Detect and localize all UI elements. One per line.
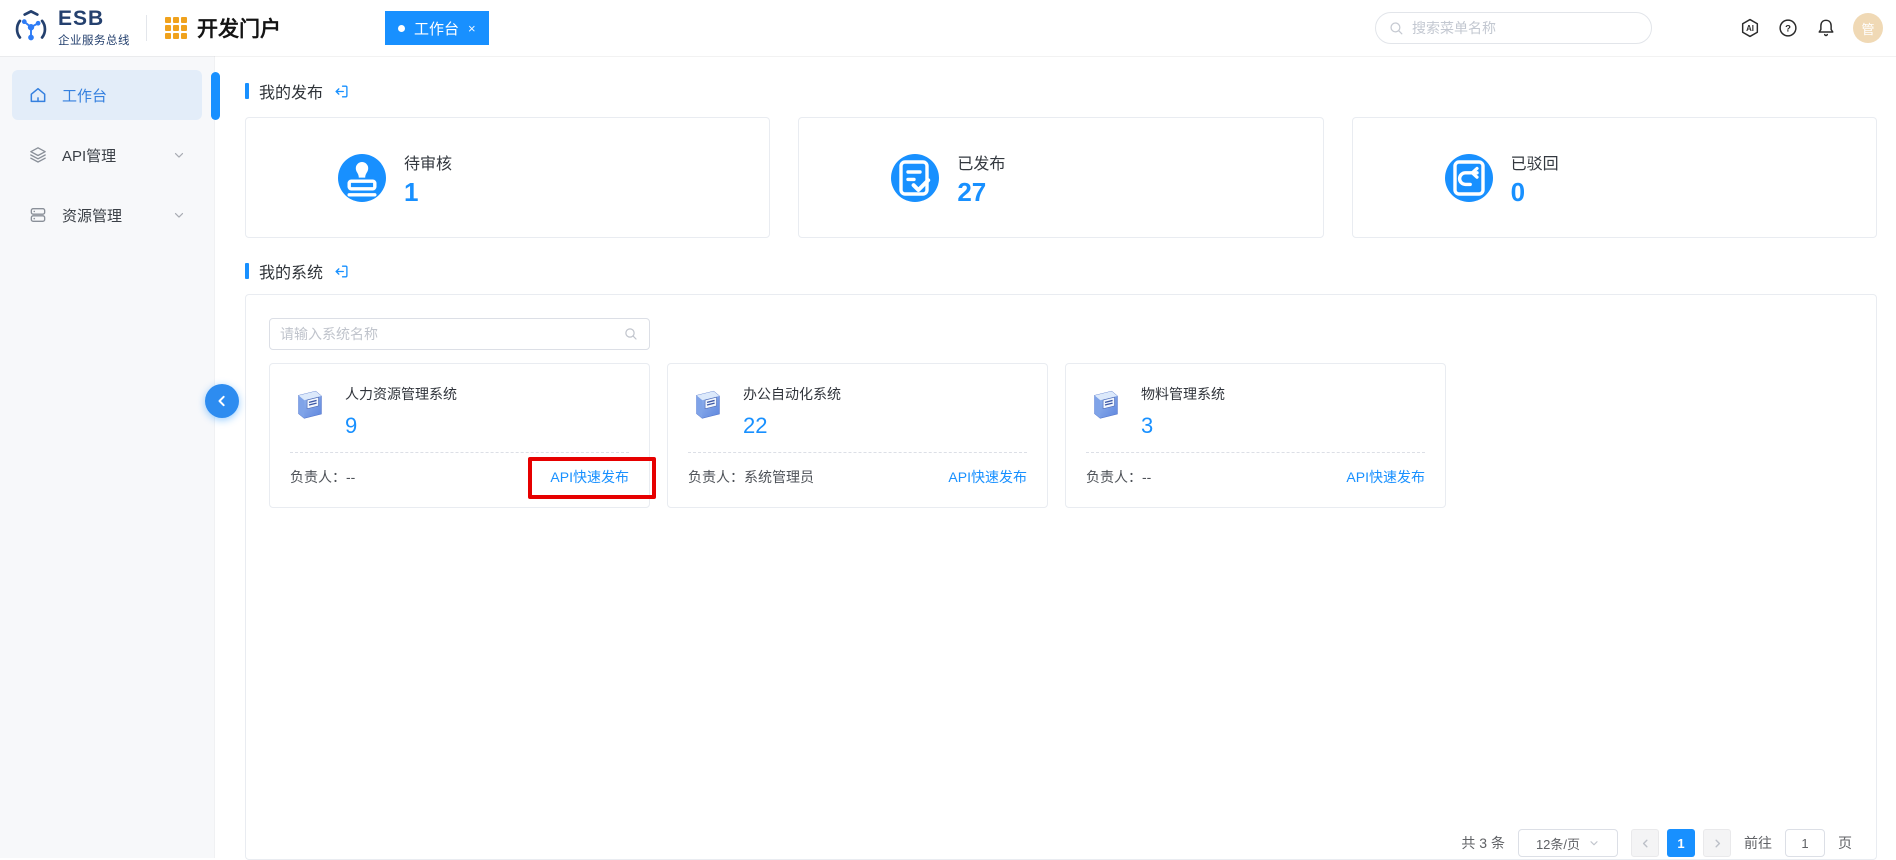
header-actions: AI ? 管 bbox=[1739, 0, 1883, 56]
stat-label: 待审核 bbox=[404, 150, 452, 174]
prev-page-button[interactable] bbox=[1631, 829, 1659, 857]
search-icon[interactable] bbox=[623, 326, 639, 342]
active-menu-indicator bbox=[211, 72, 220, 120]
pagination-total: 共 3 条 bbox=[1461, 833, 1505, 853]
stat-value: 0 bbox=[1511, 179, 1559, 205]
menu-search-input[interactable] bbox=[1412, 20, 1639, 36]
chevron-left-icon bbox=[1639, 837, 1652, 850]
tab-close-icon[interactable]: × bbox=[468, 21, 476, 36]
system-api-count: 3 bbox=[1141, 415, 1225, 437]
system-api-count: 22 bbox=[743, 415, 841, 437]
pagination: 共 3 条 12条/页 1 bbox=[1461, 829, 1852, 857]
logo-title: ESB bbox=[58, 8, 130, 29]
title-accent-bar bbox=[245, 83, 249, 99]
api-quick-publish-link[interactable]: API快速发布 bbox=[1346, 467, 1425, 487]
tab-label: 工作台 bbox=[414, 18, 459, 39]
stat-card-published: 已发布 27 bbox=[798, 117, 1323, 238]
page-size-value: 12条/页 bbox=[1536, 834, 1580, 853]
systems-panel: 人力资源管理系统 9 负责人：-- API快速发布 bbox=[245, 294, 1877, 860]
chevron-left-icon bbox=[212, 391, 232, 411]
search-icon bbox=[1388, 20, 1405, 37]
portal-title-group: 开发门户 bbox=[165, 13, 281, 43]
sidebar: 工作台 API管理 资源管理 bbox=[0, 56, 215, 858]
header-divider bbox=[146, 15, 147, 41]
system-card-hr: 人力资源管理系统 9 负责人：-- API快速发布 bbox=[269, 363, 650, 508]
home-icon bbox=[28, 85, 48, 105]
sidebar-item-label: 资源管理 bbox=[62, 205, 122, 226]
tab-active-dot bbox=[398, 25, 405, 32]
system-search[interactable] bbox=[269, 318, 650, 350]
stat-label: 已驳回 bbox=[1511, 150, 1559, 174]
systems-section-title: 我的系统 bbox=[245, 260, 1877, 282]
goto-page-input[interactable] bbox=[1785, 829, 1825, 857]
stat-label: 已发布 bbox=[957, 150, 1005, 174]
help-icon[interactable]: ? bbox=[1777, 17, 1799, 39]
system-api-count: 9 bbox=[345, 415, 457, 437]
publish-section-title: 我的发布 bbox=[245, 80, 1877, 102]
stat-value: 1 bbox=[404, 179, 452, 205]
system-owner: 负责人：-- bbox=[290, 467, 355, 487]
goto-label: 前往 bbox=[1744, 833, 1772, 853]
sidebar-item-workbench[interactable]: 工作台 bbox=[12, 70, 202, 120]
menu-search[interactable] bbox=[1375, 12, 1652, 44]
esb-logo-icon bbox=[12, 9, 50, 47]
stats-row: 待审核 1 已发布 27 bbox=[245, 117, 1877, 238]
section-title-text: 我的系统 bbox=[259, 259, 323, 283]
doc-return-icon bbox=[1445, 154, 1493, 202]
portal-title: 开发门户 bbox=[197, 13, 281, 43]
app-logo: ESB 企业服务总线 bbox=[0, 8, 130, 48]
sidebar-item-resource-management[interactable]: 资源管理 bbox=[12, 190, 202, 240]
logo-subtitle: 企业服务总线 bbox=[58, 32, 130, 48]
system-disk-icon bbox=[290, 386, 328, 424]
system-card-oa: 办公自动化系统 22 负责人：系统管理员 API快速发布 bbox=[667, 363, 1048, 508]
svg-text:AI: AI bbox=[1746, 24, 1754, 33]
next-page-button[interactable] bbox=[1703, 829, 1731, 857]
system-search-input[interactable] bbox=[280, 326, 615, 342]
chevron-down-icon bbox=[172, 148, 186, 162]
layers-icon bbox=[28, 145, 48, 165]
collapse-section-icon[interactable] bbox=[333, 83, 350, 100]
stat-card-rejected: 已驳回 0 bbox=[1352, 117, 1877, 238]
system-name: 物料管理系统 bbox=[1141, 384, 1225, 404]
section-title-text: 我的发布 bbox=[259, 79, 323, 103]
api-quick-publish-link[interactable]: API快速发布 bbox=[948, 467, 1027, 487]
system-card-material: 物料管理系统 3 负责人：-- API快速发布 bbox=[1065, 363, 1446, 508]
user-avatar[interactable]: 管 bbox=[1853, 13, 1883, 43]
app-header: ESB 企业服务总线 开发门户 工作台 × AI bbox=[0, 0, 1896, 56]
sidebar-item-label: 工作台 bbox=[62, 85, 107, 106]
notification-bell-icon[interactable] bbox=[1815, 17, 1837, 39]
system-disk-icon bbox=[688, 386, 726, 424]
system-owner: 负责人：-- bbox=[1086, 467, 1151, 487]
portal-grid-icon bbox=[165, 17, 187, 39]
stat-value: 27 bbox=[957, 179, 1005, 205]
system-name: 办公自动化系统 bbox=[743, 384, 841, 404]
collapse-section-icon[interactable] bbox=[333, 263, 350, 280]
database-icon bbox=[28, 205, 48, 225]
stat-card-pending: 待审核 1 bbox=[245, 117, 770, 238]
ai-assistant-icon[interactable]: AI bbox=[1739, 17, 1761, 39]
chevron-right-icon bbox=[1711, 837, 1724, 850]
svg-text:?: ? bbox=[1785, 23, 1791, 34]
system-owner: 负责人：系统管理员 bbox=[688, 467, 814, 487]
chevron-down-icon bbox=[172, 208, 186, 222]
sidebar-collapse-button[interactable] bbox=[205, 384, 239, 418]
chevron-down-icon bbox=[1588, 837, 1600, 849]
stamp-icon bbox=[338, 154, 386, 202]
page-unit-label: 页 bbox=[1838, 833, 1852, 853]
api-quick-publish-link[interactable]: API快速发布 bbox=[550, 467, 629, 487]
system-cards-row: 人力资源管理系统 9 负责人：-- API快速发布 bbox=[269, 363, 1853, 508]
tab-workbench[interactable]: 工作台 × bbox=[385, 11, 489, 45]
sidebar-item-label: API管理 bbox=[62, 145, 116, 166]
system-name: 人力资源管理系统 bbox=[345, 384, 457, 404]
main-content: 我的发布 待审核 1 bbox=[216, 56, 1896, 858]
system-disk-icon bbox=[1086, 386, 1124, 424]
title-accent-bar bbox=[245, 263, 249, 279]
page-number-1[interactable]: 1 bbox=[1667, 829, 1695, 857]
page-size-select[interactable]: 12条/页 bbox=[1518, 829, 1618, 857]
sidebar-item-api-management[interactable]: API管理 bbox=[12, 130, 202, 180]
doc-check-icon bbox=[891, 154, 939, 202]
